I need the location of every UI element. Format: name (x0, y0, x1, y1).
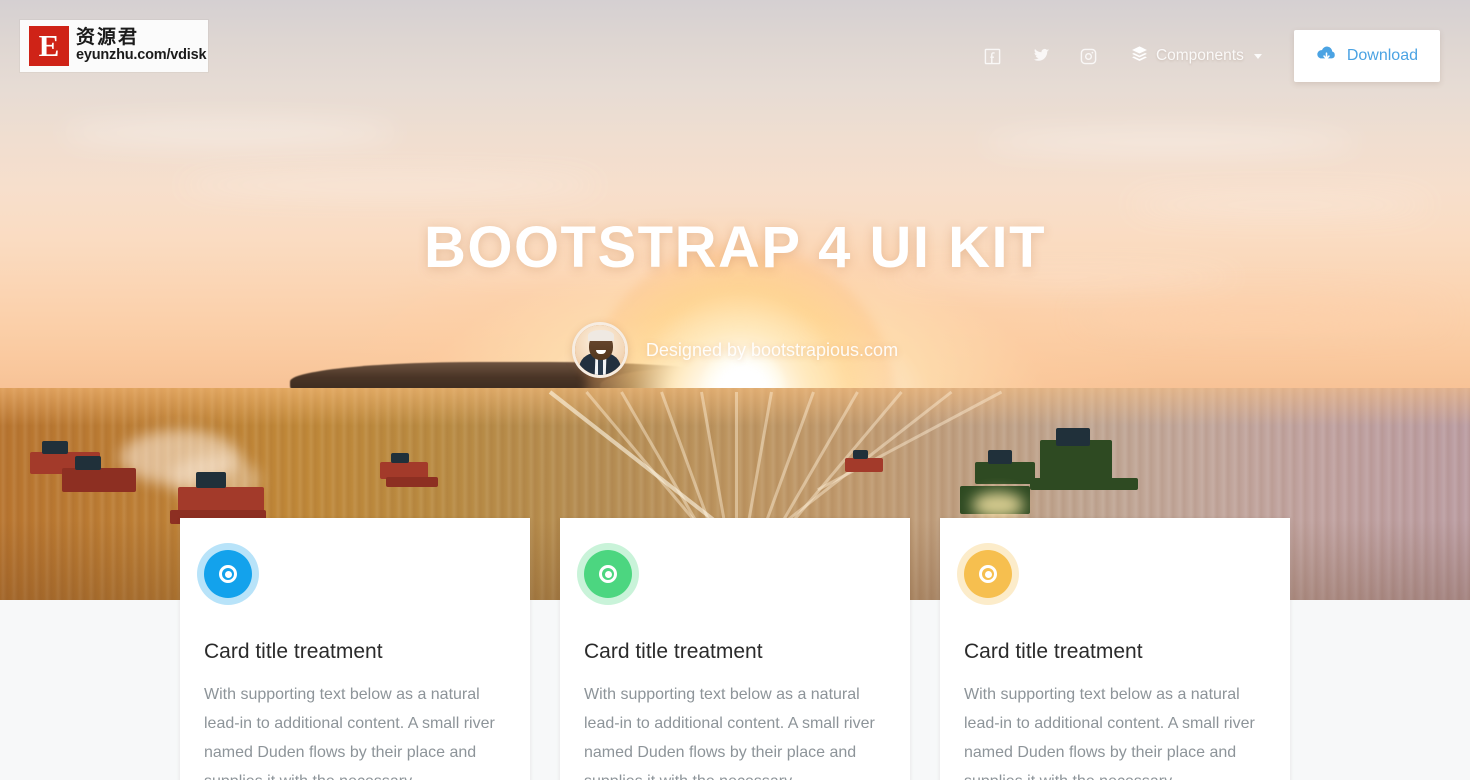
top-navbar: Splash (0, 0, 1470, 112)
facebook-icon[interactable] (969, 30, 1017, 82)
nav-item-components[interactable]: Components (1113, 30, 1280, 82)
twitter-icon[interactable] (1017, 30, 1065, 82)
feature-card-text: With supporting text below as a natural … (204, 686, 495, 780)
page-title: BOOTSTRAP 4 UI KIT (423, 215, 1047, 280)
watermark-chinese: 资源君 (76, 27, 140, 49)
feature-card-text: With supporting text below as a natural … (964, 686, 1255, 780)
download-button-label: Download (1346, 47, 1418, 64)
watermark-text: 资源君 eyunzhu.com/vdisk (76, 27, 207, 64)
instagram-icon[interactable] (1065, 30, 1113, 82)
feature-card[interactable]: Card title treatment With supporting tex… (940, 518, 1290, 780)
hero-subtitle: Designed by bootstrapious.com (645, 339, 899, 360)
feature-card[interactable]: Card title treatment With supporting tex… (180, 518, 530, 780)
ring-glyph (599, 565, 617, 583)
nav-item-components-label: Components (1155, 47, 1244, 64)
avatar (571, 322, 628, 378)
avatar-tie (597, 359, 603, 375)
ring-glyph (219, 565, 237, 583)
watermark-logo: E (29, 26, 69, 66)
chevron-down-icon (1253, 53, 1262, 59)
page-root: Splash (0, 0, 1470, 780)
feature-card-title: Card title treatment (964, 640, 1143, 663)
ring-glyph (979, 565, 997, 583)
feature-card-title: Card title treatment (204, 640, 383, 663)
feature-card-text: With supporting text below as a natural … (584, 686, 875, 780)
feature-card-list: Card title treatment With supporting tex… (180, 518, 1290, 780)
target-ring-icon (197, 543, 259, 605)
target-ring-icon (957, 543, 1019, 605)
watermark-overlay: E 资源君 eyunzhu.com/vdisk (20, 20, 208, 72)
layers-icon (1131, 45, 1148, 67)
cloud-download-icon (1316, 45, 1337, 68)
navbar-right-group: Components Download (969, 30, 1440, 82)
hero-author-row: Designed by bootstrapious.com (0, 322, 1470, 378)
target-ring-icon (577, 543, 639, 605)
watermark-url: eyunzhu.com/vdisk (76, 47, 207, 64)
download-button[interactable]: Download (1293, 30, 1440, 82)
feature-card-title: Card title treatment (584, 640, 763, 663)
avatar-hair (587, 330, 614, 341)
feature-card[interactable]: Card title treatment With supporting tex… (560, 518, 910, 780)
